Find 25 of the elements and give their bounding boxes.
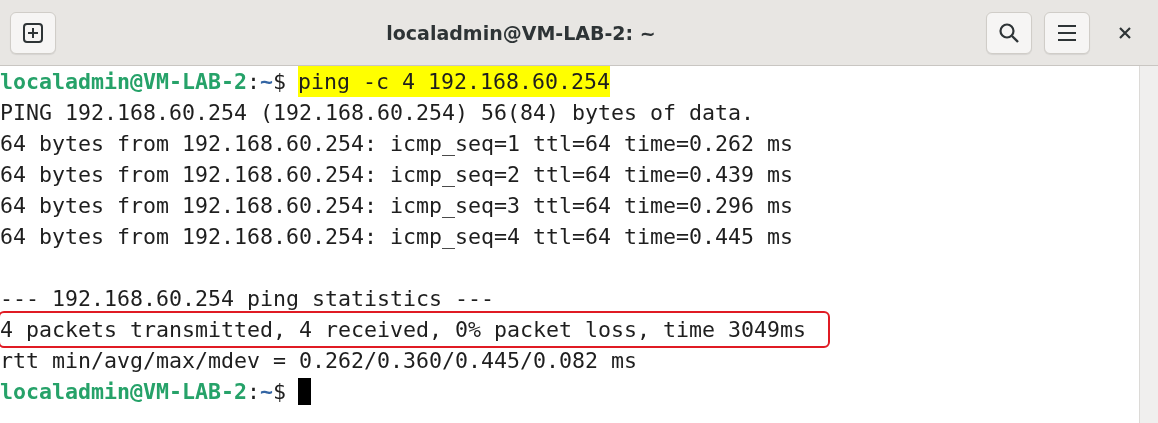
plus-box-icon: [22, 21, 44, 44]
prompt-symbol: $: [273, 378, 287, 406]
output-line: 64 bytes from 192.168.60.254: icmp_seq=1 ttl=64 time=0.262 ms: [0, 130, 794, 158]
menu-button[interactable]: [1044, 11, 1090, 54]
output-line: PING 192.168.60.254 (192.168.60.254) 56(84) bytes of data.: [0, 99, 755, 127]
prompt-path: ~: [260, 378, 274, 406]
prompt-separator: :: [247, 378, 261, 406]
prompt-symbol: $: [273, 68, 287, 96]
prompt-user-host: localadmin@VM-LAB-2: [0, 68, 247, 96]
search-icon: [998, 21, 1020, 44]
menu-icon: [1056, 22, 1078, 43]
output-line: --- 192.168.60.254 ping statistics ---: [0, 285, 495, 313]
close-icon: [1118, 25, 1132, 40]
prompt-user-host: localadmin@VM-LAB-2: [0, 378, 247, 406]
prompt-path: ~: [260, 68, 274, 96]
window-title: localadmin@VM-LAB-2: ~: [385, 21, 657, 44]
output-line: 64 bytes from 192.168.60.254: icmp_seq=3 ttl=64 time=0.296 ms: [0, 192, 794, 220]
new-tab-button[interactable]: [10, 11, 56, 54]
scrollbar[interactable]: [1139, 66, 1158, 423]
output-line: 64 bytes from 192.168.60.254: icmp_seq=2 ttl=64 time=0.439 ms: [0, 161, 794, 189]
command-text: ping -c 4 192.168.60.254: [298, 66, 611, 97]
search-button[interactable]: [986, 11, 1032, 54]
output-line: 64 bytes from 192.168.60.254: icmp_seq=4 ttl=64 time=0.445 ms: [0, 223, 794, 251]
prompt-separator: :: [247, 68, 261, 96]
output-line: rtt min/avg/max/mdev = 0.262/0.360/0.445/0.082 ms: [0, 347, 638, 375]
